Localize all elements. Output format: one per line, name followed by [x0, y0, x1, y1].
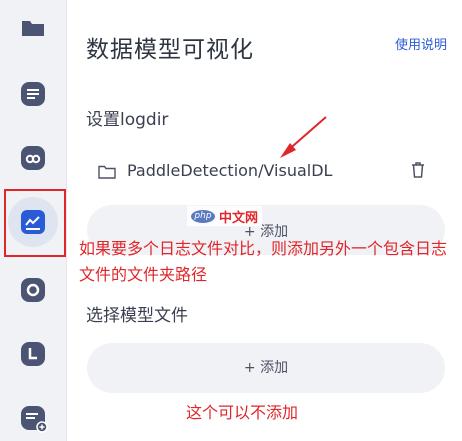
- text-nav-button[interactable]: [15, 76, 51, 112]
- cloud-link-icon: [21, 146, 45, 170]
- page-title: 数据模型可视化: [86, 37, 254, 63]
- add-list-icon: [21, 406, 48, 433]
- folder-outline-icon: [98, 165, 116, 179]
- histogram-nav-button[interactable]: [15, 272, 51, 308]
- logdir-row: PaddleDetection/VisualDL: [97, 160, 426, 184]
- add-model-label: + 添加: [243, 360, 289, 376]
- sidebar: [0, 0, 67, 441]
- folder-nav-button[interactable]: [15, 10, 51, 46]
- sidebar-highlight-box: [4, 189, 66, 257]
- logdir-label: 设置logdir: [86, 110, 169, 130]
- logdir-path: PaddleDetection/VisualDL: [127, 161, 333, 180]
- add-model-button[interactable]: + 添加: [87, 343, 445, 393]
- graph-nav-button[interactable]: [15, 140, 51, 176]
- document-list-icon: [21, 82, 45, 106]
- model-file-label: 选择模型文件: [86, 306, 188, 326]
- main-panel: 数据模型可视化 使用说明 设置logdir PaddleDetection/Vi…: [67, 0, 462, 441]
- curves-nav-button[interactable]: [15, 336, 51, 372]
- model-annotation: 这个可以不添加: [186, 403, 299, 422]
- watermark: php 中文网: [187, 206, 263, 226]
- delete-icon[interactable]: [408, 160, 428, 180]
- logdir-annotation: 如果要多个日志文件对比，则添加另外一个包含日志文件的文件夹路径: [79, 239, 448, 284]
- circle-icon: [21, 278, 45, 302]
- corner-icon: [21, 342, 45, 366]
- help-link[interactable]: 使用说明: [395, 34, 447, 53]
- folder-icon: [22, 21, 44, 36]
- watermark-text: 中文网: [219, 210, 259, 226]
- watermark-logo: php: [191, 209, 215, 223]
- add-nav-button[interactable]: [15, 400, 51, 436]
